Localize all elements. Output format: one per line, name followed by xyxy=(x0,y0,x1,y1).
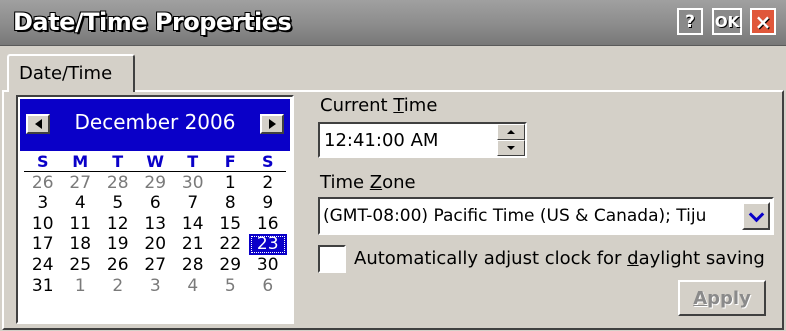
calendar-day[interactable]: 17 xyxy=(24,234,62,255)
calendar-day[interactable]: 24 xyxy=(24,255,62,276)
time-zone-label: Time Zone xyxy=(320,172,416,193)
close-button[interactable]: × xyxy=(750,8,776,35)
calendar-header: December 2006 xyxy=(20,99,290,151)
right-arrow-icon xyxy=(268,119,276,129)
calendar-day[interactable]: 29 xyxy=(137,173,175,194)
left-arrow-icon xyxy=(34,119,42,129)
tab-date-time[interactable]: Date/Time xyxy=(7,54,135,92)
calendar-day[interactable]: 22 xyxy=(212,234,250,255)
weekday-header: S xyxy=(261,152,274,171)
calendar-day[interactable]: 26 xyxy=(24,173,62,194)
calendar-day[interactable]: 2 xyxy=(99,276,137,297)
weekday-header: M xyxy=(72,152,89,171)
calendar-day[interactable]: 7 xyxy=(174,193,212,214)
calendar-day[interactable]: 5 xyxy=(212,276,250,297)
down-arrow-icon xyxy=(507,146,515,150)
calendar-day[interactable]: 20 xyxy=(137,234,175,255)
calendar-day[interactable]: 1 xyxy=(212,173,250,194)
calendar-day[interactable]: 3 xyxy=(137,276,175,297)
calendar-day[interactable]: 19 xyxy=(99,234,137,255)
calendar-day[interactable]: 18 xyxy=(62,234,100,255)
calendar-day[interactable]: 13 xyxy=(137,214,175,235)
ok-button[interactable]: OK xyxy=(712,8,742,35)
calendar-month-label[interactable]: December 2006 xyxy=(55,110,255,134)
calendar-day[interactable]: 26 xyxy=(99,255,137,276)
time-up-button[interactable] xyxy=(497,124,525,140)
calendar-day[interactable]: 8 xyxy=(212,193,250,214)
calendar-day[interactable]: 6 xyxy=(137,193,175,214)
calendar-day[interactable]: 27 xyxy=(62,173,100,194)
weekday-header: T xyxy=(187,152,199,171)
calendar-day[interactable]: 28 xyxy=(174,255,212,276)
up-arrow-icon xyxy=(507,130,515,134)
daylight-checkbox[interactable] xyxy=(318,245,346,273)
calendar-day[interactable]: 27 xyxy=(137,255,175,276)
calendar-day[interactable]: 15 xyxy=(212,214,250,235)
time-zone-value: (GMT-08:00) Pacific Time (US & Canada); … xyxy=(323,206,707,226)
prev-month-button[interactable] xyxy=(26,114,50,134)
calendar-day[interactable]: 1 xyxy=(62,276,100,297)
calendar-day[interactable]: 30 xyxy=(249,255,287,276)
calendar-day[interactable]: 4 xyxy=(174,276,212,297)
calendar-day[interactable]: 11 xyxy=(62,214,100,235)
calendar-day-selected[interactable]: 23 xyxy=(249,234,287,255)
title-bar: Date/Time Properties ? OK × xyxy=(0,0,786,46)
calendar-day[interactable]: 30 xyxy=(174,173,212,194)
time-zone-select[interactable]: (GMT-08:00) Pacific Time (US & Canada); … xyxy=(318,197,774,235)
tab-label: Date/Time xyxy=(19,63,113,84)
weekday-header: S xyxy=(36,152,49,171)
calendar-day[interactable]: 14 xyxy=(174,214,212,235)
time-down-button[interactable] xyxy=(497,140,525,156)
current-time-label: Current Time xyxy=(320,95,438,116)
calendar-day[interactable]: 6 xyxy=(249,276,287,297)
calendar-day[interactable]: 10 xyxy=(24,214,62,235)
calendar-day[interactable]: 28 xyxy=(99,173,137,194)
calendar-day[interactable]: 9 xyxy=(249,193,287,214)
apply-button[interactable]: Apply xyxy=(678,280,766,316)
weekday-header: W xyxy=(146,152,165,171)
calendar-day[interactable]: 2 xyxy=(249,173,287,194)
calendar-day[interactable]: 25 xyxy=(62,255,100,276)
calendar-day[interactable]: 21 xyxy=(174,234,212,255)
calendar-day[interactable]: 4 xyxy=(62,193,100,214)
calendar-day[interactable]: 12 xyxy=(99,214,137,235)
weekday-header: T xyxy=(112,152,124,171)
next-month-button[interactable] xyxy=(260,114,284,134)
time-zone-dropdown-button[interactable] xyxy=(742,202,770,230)
month-calendar: December 2006 S M T W T F S 26 27 28 29 30 1 2 3 4 5 6 7 8 9… xyxy=(16,95,294,324)
daylight-label[interactable]: Automatically adjust clock for daylight … xyxy=(354,248,765,269)
calendar-day[interactable]: 16 xyxy=(249,214,287,235)
time-field[interactable]: 12:41:00 AM xyxy=(318,122,527,158)
calendar-day[interactable]: 31 xyxy=(24,276,62,297)
chevron-down-icon xyxy=(748,206,764,222)
calendar-day[interactable]: 29 xyxy=(212,255,250,276)
calendar-day[interactable]: 5 xyxy=(99,193,137,214)
window-title: Date/Time Properties xyxy=(13,8,292,36)
calendar-grid: S M T W T F S 26 27 28 29 30 1 2 3 4 5 6 7 8 9 10 11 12 13 14 15 16… xyxy=(24,152,288,296)
time-spinner[interactable] xyxy=(497,124,525,156)
help-button[interactable]: ? xyxy=(677,8,703,35)
weekday-header: F xyxy=(224,152,236,171)
time-value[interactable]: 12:41:00 AM xyxy=(324,130,438,151)
calendar-day[interactable]: 3 xyxy=(24,193,62,214)
